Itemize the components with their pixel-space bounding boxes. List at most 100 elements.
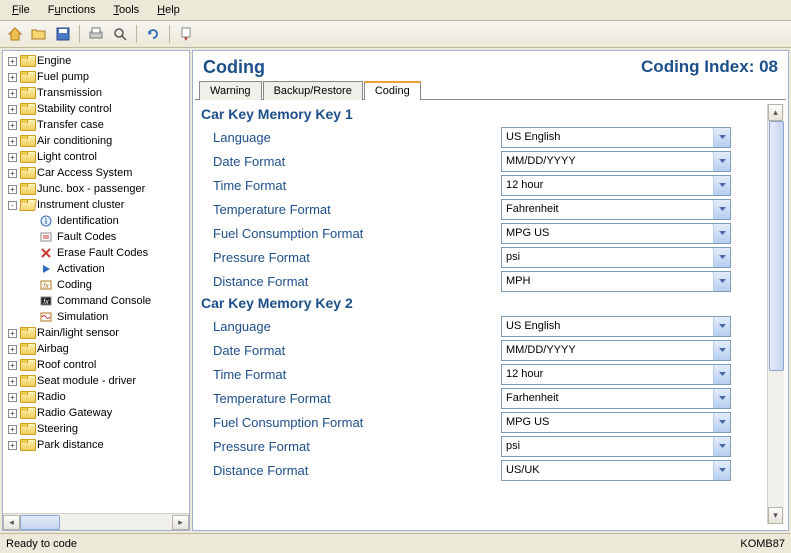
expander-icon[interactable]: +	[8, 441, 17, 450]
tree-item[interactable]: +Radio Gateway	[5, 405, 189, 421]
print-preview-button[interactable]	[109, 23, 131, 45]
chevron-down-icon[interactable]	[713, 176, 730, 195]
select-temperature format[interactable]: Farhenheit	[501, 388, 731, 409]
tree-item-label: Car Access System	[37, 167, 132, 179]
tree-item[interactable]: +Stability control	[5, 101, 189, 117]
tree-child-item[interactable]: Activation	[5, 261, 189, 277]
chevron-down-icon[interactable]	[713, 461, 730, 480]
select-pressure format[interactable]: psi	[501, 436, 731, 457]
content-scrollbar-vertical[interactable]: ▴ ▾	[767, 104, 784, 524]
tab-warning[interactable]: Warning	[199, 81, 262, 100]
tree-child-item[interactable]: Erase Fault Codes	[5, 245, 189, 261]
select-value: MM/DD/YYYY	[502, 155, 713, 167]
expander-icon[interactable]: +	[8, 185, 17, 194]
refresh-button[interactable]	[142, 23, 164, 45]
tree-item[interactable]: +Junc. box - passenger	[5, 181, 189, 197]
tree-item[interactable]: +Air conditioning	[5, 133, 189, 149]
tree-child-item[interactable]: fxCoding	[5, 277, 189, 293]
expander-icon[interactable]: +	[8, 169, 17, 178]
scroll-left-button[interactable]: ◂	[3, 515, 20, 530]
chevron-down-icon[interactable]	[713, 389, 730, 408]
expander-icon[interactable]: +	[8, 409, 17, 418]
tree-item[interactable]: +Seat module - driver	[5, 373, 189, 389]
expander-icon[interactable]: +	[8, 89, 17, 98]
chevron-down-icon[interactable]	[713, 128, 730, 147]
select-date format[interactable]: MM/DD/YYYY	[501, 151, 731, 172]
scroll-right-button[interactable]: ▸	[172, 515, 189, 530]
tree-child-item[interactable]: fxCommand Console	[5, 293, 189, 309]
menu-functions[interactable]: Functions	[40, 2, 104, 18]
tree-item-label: Activation	[57, 263, 105, 275]
tree-item[interactable]: +Light control	[5, 149, 189, 165]
expander-icon[interactable]: +	[8, 425, 17, 434]
tree-item[interactable]: +Radio	[5, 389, 189, 405]
tree-child-item[interactable]: Simulation	[5, 309, 189, 325]
select-value: Farhenheit	[502, 392, 713, 404]
select-value: MM/DD/YYYY	[502, 344, 713, 356]
expander-icon[interactable]: +	[8, 393, 17, 402]
tree-item[interactable]: -Instrument cluster	[5, 197, 189, 213]
expander-icon[interactable]: +	[8, 137, 17, 146]
save-button[interactable]	[52, 23, 74, 45]
tree-item[interactable]: +Steering	[5, 421, 189, 437]
expander-icon[interactable]: +	[8, 377, 17, 386]
select-fuel consumption format[interactable]: MPG US	[501, 223, 731, 244]
tree-item[interactable]: +Transmission	[5, 85, 189, 101]
home-button[interactable]	[4, 23, 26, 45]
chevron-down-icon[interactable]	[713, 437, 730, 456]
expander-icon[interactable]: +	[8, 105, 17, 114]
tree-item[interactable]: + Car Access System	[5, 165, 189, 181]
scroll-up-button[interactable]: ▴	[768, 104, 783, 121]
expander-icon[interactable]: +	[8, 329, 17, 338]
print-button[interactable]	[85, 23, 107, 45]
open-button[interactable]	[28, 23, 50, 45]
tree-child-item[interactable]: iIdentification	[5, 213, 189, 229]
select-temperature format[interactable]: Fahrenheit	[501, 199, 731, 220]
tree-item[interactable]: +Fuel pump	[5, 69, 189, 85]
expander-icon[interactable]: +	[8, 73, 17, 82]
chevron-down-icon[interactable]	[713, 317, 730, 336]
chevron-down-icon[interactable]	[713, 152, 730, 171]
select-distance format[interactable]: MPH	[501, 271, 731, 292]
select-pressure format[interactable]: psi	[501, 247, 731, 268]
chevron-down-icon[interactable]	[713, 248, 730, 267]
tree-item[interactable]: + Engine	[5, 53, 189, 69]
expander-icon[interactable]: +	[8, 361, 17, 370]
tree-scrollbar-horizontal[interactable]: ◂ ▸	[3, 513, 189, 530]
tree-item-label: Engine	[37, 55, 71, 67]
tree-child-item[interactable]: Fault Codes	[5, 229, 189, 245]
select-fuel consumption format[interactable]: MPG US	[501, 412, 731, 433]
chevron-down-icon[interactable]	[713, 341, 730, 360]
select-date format[interactable]: MM/DD/YYYY	[501, 340, 731, 361]
select-language[interactable]: US English	[501, 127, 731, 148]
chevron-down-icon[interactable]	[713, 224, 730, 243]
tree-item[interactable]: +Rain/light sensor	[5, 325, 189, 341]
expander-icon[interactable]: +	[8, 153, 17, 162]
chevron-down-icon[interactable]	[713, 413, 730, 432]
scroll-down-button[interactable]: ▾	[768, 507, 783, 524]
tree-item[interactable]: +Roof control	[5, 357, 189, 373]
chevron-down-icon[interactable]	[713, 200, 730, 219]
menu-help[interactable]: Help	[149, 2, 188, 18]
select-time format[interactable]: 12 hour	[501, 364, 731, 385]
tab-backup-restore[interactable]: Backup/Restore	[263, 81, 363, 100]
expander-icon[interactable]: -	[8, 201, 17, 210]
chevron-down-icon[interactable]	[713, 272, 730, 291]
select-language[interactable]: US English	[501, 316, 731, 337]
tree-item[interactable]: +Transfer case	[5, 117, 189, 133]
expander-icon[interactable]: +	[8, 121, 17, 130]
expander-icon[interactable]: +	[8, 345, 17, 354]
menu-file[interactable]: File	[4, 2, 38, 18]
folder-icon	[20, 375, 34, 387]
tab-coding[interactable]: Coding	[364, 81, 421, 100]
scrollbar-thumb[interactable]	[769, 121, 784, 371]
select-distance format[interactable]: US/UK	[501, 460, 731, 481]
chevron-down-icon[interactable]	[713, 365, 730, 384]
scrollbar-thumb[interactable]	[20, 515, 60, 530]
expander-icon[interactable]: +	[8, 57, 17, 66]
program-button[interactable]	[175, 23, 197, 45]
menu-tools[interactable]: Tools	[105, 2, 147, 18]
tree-item[interactable]: +Park distance	[5, 437, 189, 453]
tree-item[interactable]: +Airbag	[5, 341, 189, 357]
select-time format[interactable]: 12 hour	[501, 175, 731, 196]
